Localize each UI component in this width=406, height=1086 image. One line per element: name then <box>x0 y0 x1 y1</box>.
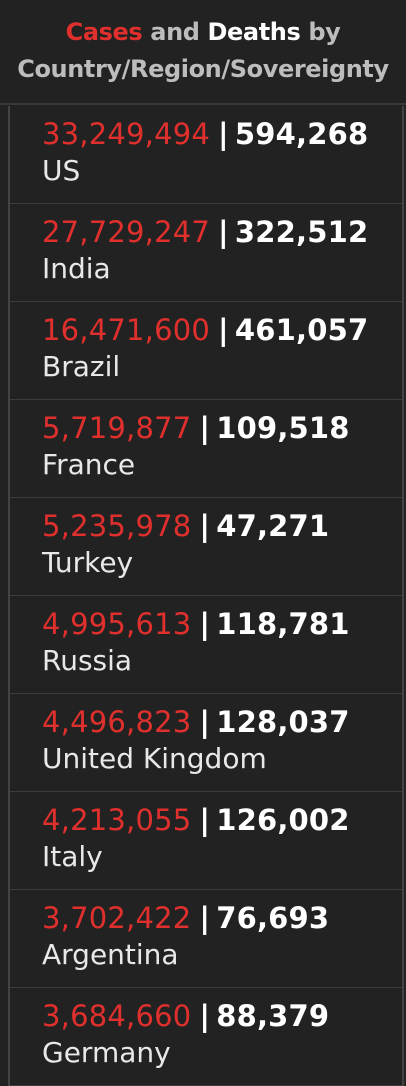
country-name: India <box>42 252 111 285</box>
country-name: Brazil <box>42 350 121 383</box>
cases-count: 4,995,613 <box>42 607 192 641</box>
separator: | <box>199 607 211 641</box>
country-name: Russia <box>42 644 133 677</box>
list-item-us[interactable]: 33,249,494 | 594,268 US <box>10 106 402 204</box>
list-item-argentina[interactable]: 3,702,422 | 76,693 Argentina <box>10 890 402 988</box>
separator: | <box>199 705 211 739</box>
country-name: Argentina <box>42 938 179 971</box>
country-name: United Kingdom <box>42 742 267 775</box>
cases-count: 4,496,823 <box>42 705 192 739</box>
separator: | <box>199 509 211 543</box>
deaths-count: 322,512 <box>234 215 369 249</box>
list-item-italy[interactable]: 4,213,055 | 126,002 Italy <box>10 792 402 890</box>
separator: | <box>218 313 229 347</box>
country-name: Germany <box>42 1036 171 1069</box>
list-item-germany[interactable]: 3,684,660 | 88,379 Germany <box>10 988 402 1086</box>
country-name: France <box>42 448 136 481</box>
cases-count: 33,249,494 <box>42 117 211 151</box>
header-line-2: Country/Region/Sovereignty <box>17 55 389 83</box>
deaths-count: 109,518 <box>216 411 350 445</box>
country-name: Turkey <box>42 546 134 579</box>
country-list[interactable]: 33,249,494 | 594,268 US 27,729,247 | 322,512… <box>8 106 404 1086</box>
cases-deaths-panel: Cases and Deaths by Country/Region/Sover… <box>0 0 406 1086</box>
separator: | <box>218 117 229 151</box>
cases-count: 3,684,660 <box>42 999 192 1033</box>
country-name: US <box>42 154 81 187</box>
country-name: Italy <box>42 840 103 873</box>
list-item-russia[interactable]: 4,995,613 | 118,781 Russia <box>10 596 402 694</box>
header-and-word: and <box>150 18 200 46</box>
separator: | <box>218 215 229 249</box>
header-by-word: by <box>308 18 341 46</box>
deaths-count: 128,037 <box>216 705 350 739</box>
list-item-france[interactable]: 5,719,877 | 109,518 France <box>10 400 402 498</box>
header-line-1: Cases and Deaths by <box>0 14 406 51</box>
separator: | <box>199 411 211 445</box>
separator: | <box>199 999 211 1033</box>
deaths-count: 76,693 <box>216 901 330 935</box>
list-item-india[interactable]: 27,729,247 | 322,512 India <box>10 204 402 302</box>
list-item-brazil[interactable]: 16,471,600 | 461,057 Brazil <box>10 302 402 400</box>
deaths-count: 461,057 <box>234 313 369 347</box>
deaths-count: 126,002 <box>216 803 350 837</box>
list-item-united-kingdom[interactable]: 4,496,823 | 128,037 United Kingdom <box>10 694 402 792</box>
cases-count: 5,235,978 <box>42 509 192 543</box>
header-deaths-word: Deaths <box>207 18 301 46</box>
list-item-turkey[interactable]: 5,235,978 | 47,271 Turkey <box>10 498 402 596</box>
separator: | <box>199 803 211 837</box>
cases-count: 3,702,422 <box>42 901 192 935</box>
header-cases-word: Cases <box>65 18 143 46</box>
cases-count: 16,471,600 <box>42 313 211 347</box>
cases-count: 27,729,247 <box>42 215 211 249</box>
separator: | <box>199 901 211 935</box>
deaths-count: 47,271 <box>216 509 330 543</box>
deaths-count: 594,268 <box>234 117 369 151</box>
deaths-count: 88,379 <box>216 999 330 1033</box>
cases-count: 4,213,055 <box>42 803 192 837</box>
panel-header: Cases and Deaths by Country/Region/Sover… <box>0 0 406 105</box>
cases-count: 5,719,877 <box>42 411 192 445</box>
deaths-count: 118,781 <box>216 607 350 641</box>
